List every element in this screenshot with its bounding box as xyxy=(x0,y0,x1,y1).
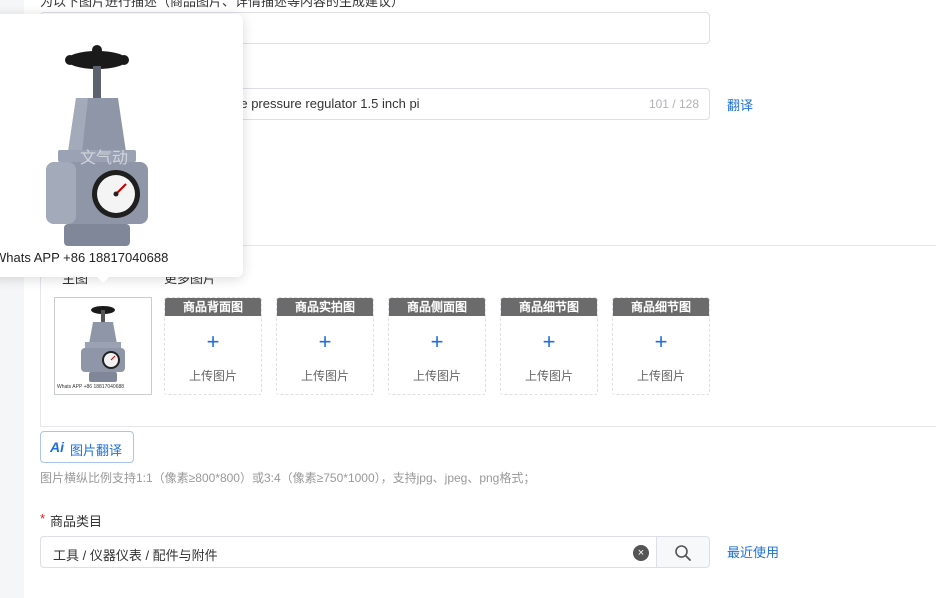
category-value: 工具 / 仪器仪表 / 配件与附件 xyxy=(53,548,218,563)
clear-icon[interactable]: × xyxy=(633,545,649,561)
product-edit-form: 为以下图片进行描述（商品图片、详情描述等内容的生成建议） QTY-40 air … xyxy=(0,0,936,598)
upload-label: 上传图片 xyxy=(636,369,685,383)
slot-header: 商品细节图 xyxy=(501,298,597,316)
plus-icon: + xyxy=(542,329,556,354)
search-icon xyxy=(675,545,691,561)
upload-label: 上传图片 xyxy=(412,369,461,383)
upload-label: 上传图片 xyxy=(188,369,237,383)
plus-icon: + xyxy=(318,329,332,354)
upload-label: 上传图片 xyxy=(524,369,573,383)
top-hint-text: 为以下图片进行描述（商品图片、详情描述等内容的生成建议） xyxy=(40,0,405,9)
required-mark: * xyxy=(40,511,46,526)
recent-used-link[interactable]: 最近使用 xyxy=(727,542,779,561)
image-format-hint: 图片横纵比例支持1:1（像素≥800*800）或3:4（像素≥750*1000）… xyxy=(40,471,536,485)
plus-icon: + xyxy=(654,329,668,354)
ai-icon: Ai xyxy=(50,439,64,455)
upload-slot-detail-2[interactable]: 商品细节图 + 上传图片 xyxy=(612,297,710,395)
upload-slot-real-shot[interactable]: 商品实拍图 + 上传图片 xyxy=(276,297,374,395)
translate-title-link[interactable]: 翻译 xyxy=(727,95,753,114)
category-label: 商品类目 xyxy=(50,514,103,529)
category-input[interactable]: 工具 / 仪器仪表 / 配件与附件 × xyxy=(40,536,657,568)
watermark-text: 文气动 xyxy=(80,150,129,167)
category-search-button[interactable] xyxy=(656,536,710,568)
upload-label: 上传图片 xyxy=(300,369,349,383)
popover-caption: Whats APP +86 18817040688 xyxy=(0,250,169,265)
plus-icon: + xyxy=(430,329,444,354)
image-preview-popover: 文气动 Whats APP +86 18817040688 xyxy=(0,14,243,277)
upload-slot-detail-1[interactable]: 商品细节图 + 上传图片 xyxy=(500,297,598,395)
slot-header: 商品侧面图 xyxy=(389,298,485,316)
ai-image-translate-button[interactable]: Ai 图片翻译 xyxy=(40,431,134,463)
slot-header: 商品实拍图 xyxy=(277,298,373,316)
upload-slot-side-view[interactable]: 商品侧面图 + 上传图片 xyxy=(388,297,486,395)
title-char-counter: 101 / 128 xyxy=(648,97,699,111)
main-image-caption: Whats APP +86 18817040688 xyxy=(57,384,125,390)
slot-header: 商品细节图 xyxy=(613,298,709,316)
popover-arrow xyxy=(96,276,110,283)
upload-slot-back-view[interactable]: 商品背面图 + 上传图片 xyxy=(164,297,262,395)
plus-icon: + xyxy=(206,329,220,354)
main-image-thumbnail[interactable]: Whats APP +86 18817040688 xyxy=(54,297,152,395)
ai-translate-label: 图片翻译 xyxy=(70,443,123,458)
slot-header: 商品背面图 xyxy=(165,298,261,316)
product-thumbnail-image xyxy=(81,306,125,382)
